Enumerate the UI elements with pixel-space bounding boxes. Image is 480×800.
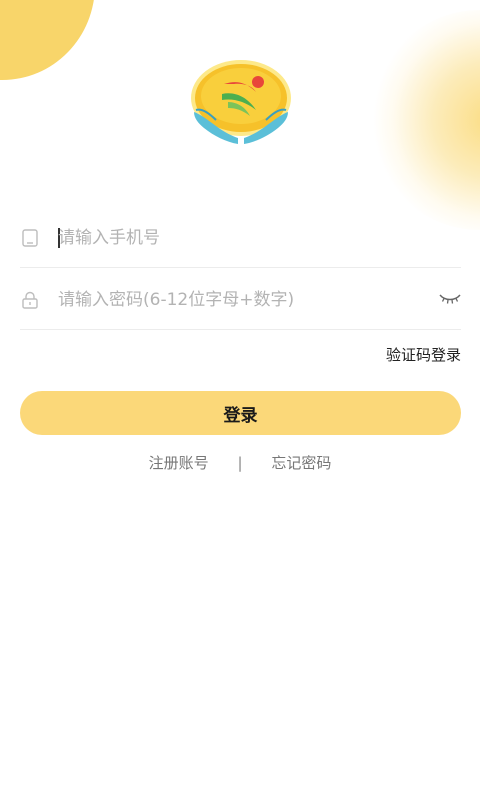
password-field — [20, 270, 461, 330]
login-button[interactable]: 登录 — [20, 391, 461, 435]
forgot-password-link[interactable]: 忘记密码 — [271, 452, 331, 473]
phone-input[interactable] — [58, 223, 418, 253]
phone-icon — [22, 229, 38, 247]
eye-closed-icon[interactable] — [439, 292, 461, 306]
lock-icon — [22, 291, 38, 309]
register-link[interactable]: 注册账号 — [149, 452, 209, 473]
app-logo — [191, 60, 291, 144]
decorative-blob-top-right — [370, 10, 480, 230]
login-screen: 验证码登录 登录 注册账号 | 忘记密码 — [0, 0, 480, 800]
account-links: 注册账号 | 忘记密码 — [0, 452, 480, 473]
link-separator: | — [237, 454, 243, 472]
phone-field — [20, 208, 461, 268]
sms-login-link[interactable]: 验证码登录 — [386, 344, 461, 365]
password-input[interactable] — [58, 285, 418, 315]
decorative-blob-top-left — [0, 0, 95, 80]
